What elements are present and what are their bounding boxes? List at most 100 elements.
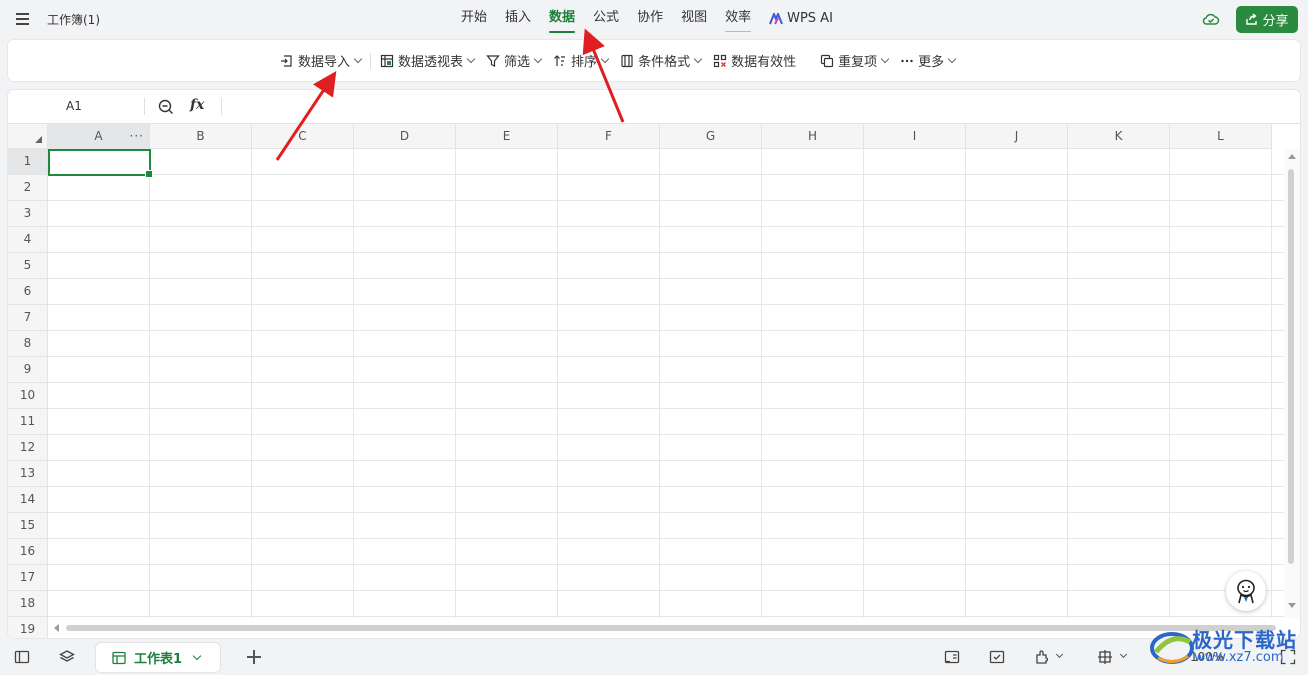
- filter-button[interactable]: 筛选: [480, 47, 547, 75]
- chevron-down-icon[interactable]: [192, 651, 202, 660]
- row-header-5[interactable]: 5: [8, 253, 47, 279]
- chevron-down-icon[interactable]: [1055, 650, 1064, 659]
- reading-mode-icon[interactable]: [944, 649, 960, 665]
- select-all-corner[interactable]: [8, 124, 48, 149]
- tab-wps-ai[interactable]: WPS AI: [760, 0, 842, 38]
- conditional-format-icon: [621, 54, 633, 67]
- active-cell-a1[interactable]: [48, 149, 153, 178]
- scroll-down-icon[interactable]: [1288, 603, 1296, 608]
- plugin-icon[interactable]: [1034, 649, 1050, 665]
- row-header-11[interactable]: 11: [8, 409, 47, 435]
- chevron-down-icon[interactable]: [1119, 650, 1128, 659]
- cell-grid: A ··· B C D E F G H I J K L 1 2 3 4 5 6 7 8 9 10 11 12 13 14 15 16 1…: [8, 124, 1284, 638]
- row-header-1[interactable]: 1: [8, 149, 47, 175]
- freeze-panes-icon[interactable]: [1097, 649, 1113, 665]
- column-header-g[interactable]: G: [660, 124, 762, 149]
- column-more-icon[interactable]: ···: [130, 124, 144, 149]
- name-box[interactable]: A1: [66, 99, 82, 113]
- chevron-down-icon: [533, 54, 543, 63]
- toolbar-divider: [370, 52, 372, 69]
- conditional-format-button[interactable]: 条件格式: [614, 47, 707, 75]
- row-header-13[interactable]: 13: [8, 461, 47, 487]
- row-header-16[interactable]: 16: [8, 539, 47, 565]
- scroll-up-icon[interactable]: [1288, 154, 1296, 159]
- row-header-12[interactable]: 12: [8, 435, 47, 461]
- horizontal-scrollbar[interactable]: [48, 618, 1284, 638]
- row-header-8[interactable]: 8: [8, 331, 47, 357]
- tab-formula[interactable]: 公式: [584, 0, 628, 38]
- tab-efficiency[interactable]: 效率: [716, 0, 760, 38]
- row-header-15[interactable]: 15: [8, 513, 47, 539]
- data-validation-button[interactable]: 数据有效性: [707, 47, 802, 75]
- column-header-e[interactable]: E: [456, 124, 558, 149]
- sidebar-toggle-icon[interactable]: [14, 649, 30, 665]
- column-header-label: G: [705, 129, 716, 143]
- column-header-h[interactable]: H: [762, 124, 864, 149]
- function-button[interactable]: fx: [190, 97, 204, 113]
- tab-insert[interactable]: 插入: [496, 0, 540, 38]
- tab-collaborate[interactable]: 协作: [628, 0, 672, 38]
- row-header-10[interactable]: 10: [8, 383, 47, 409]
- data-validation-icon: [713, 54, 727, 67]
- column-header-i[interactable]: I: [864, 124, 966, 149]
- chevron-down-icon: [466, 54, 476, 63]
- data-import-button[interactable]: 数据导入: [274, 47, 367, 75]
- conditional-format-label: 条件格式: [638, 55, 691, 70]
- scroll-left-icon[interactable]: [54, 624, 59, 632]
- cells[interactable]: [48, 149, 1284, 618]
- vertical-scrollbar[interactable]: [1284, 149, 1300, 618]
- column-header-label: C: [298, 129, 307, 143]
- assistant-avatar-icon: [1237, 579, 1255, 604]
- row-header-3[interactable]: 3: [8, 201, 47, 227]
- check-status-icon[interactable]: [989, 649, 1005, 665]
- column-header-a[interactable]: A ···: [48, 124, 150, 149]
- duplicates-button[interactable]: 重复项: [814, 47, 894, 75]
- data-import-label: 数据导入: [298, 55, 351, 70]
- column-header-d[interactable]: D: [354, 124, 456, 149]
- cloud-sync-icon[interactable]: [1202, 10, 1220, 28]
- chevron-down-icon: [693, 54, 703, 63]
- ribbon-tabs: 开始 插入 数据 公式 协作 视图 效率 WPS AI: [452, 0, 842, 38]
- tab-home[interactable]: 开始: [452, 0, 496, 38]
- horizontal-scroll-thumb[interactable]: [66, 625, 1276, 631]
- hamburger-menu-icon[interactable]: [14, 10, 32, 28]
- column-header-l[interactable]: L: [1170, 124, 1272, 149]
- sort-button[interactable]: 排序: [547, 47, 614, 75]
- duplicates-label: 重复项: [838, 55, 878, 70]
- pivot-table-button[interactable]: 数据透视表: [374, 47, 480, 75]
- column-header-f[interactable]: F: [558, 124, 660, 149]
- row-header-17[interactable]: 17: [8, 565, 47, 591]
- row-header-9[interactable]: 9: [8, 357, 47, 383]
- data-validation-label: 数据有效性: [731, 55, 797, 70]
- sheet-tab-1[interactable]: 工作表1: [96, 643, 220, 672]
- share-button[interactable]: 分享: [1236, 6, 1298, 33]
- row-header-2[interactable]: 2: [8, 175, 47, 201]
- add-sheet-icon[interactable]: [244, 647, 264, 667]
- data-toolbar: 数据导入 数据透视表 筛选 排序 条件格式 数据有效性 重复项 更多: [8, 40, 1300, 81]
- row-header-18[interactable]: 18: [8, 591, 47, 617]
- column-header-j[interactable]: J: [966, 124, 1068, 149]
- tab-view[interactable]: 视图: [672, 0, 716, 38]
- more-button[interactable]: 更多: [894, 47, 961, 75]
- row-header-7[interactable]: 7: [8, 305, 47, 331]
- import-icon: [281, 54, 292, 67]
- row-header-14[interactable]: 14: [8, 487, 47, 513]
- row-header-6[interactable]: 6: [8, 279, 47, 305]
- layers-icon[interactable]: [59, 649, 75, 665]
- document-title[interactable]: 工作簿(1): [47, 11, 100, 28]
- column-header-label: L: [1217, 129, 1224, 143]
- tab-data[interactable]: 数据: [540, 0, 584, 38]
- column-header-label: I: [912, 129, 917, 143]
- column-header-label: K: [1114, 129, 1123, 143]
- row-header-4[interactable]: 4: [8, 227, 47, 253]
- column-header-c[interactable]: C: [252, 124, 354, 149]
- column-header-k[interactable]: K: [1068, 124, 1170, 149]
- title-bar: 工作簿(1) 开始 插入 数据 公式 协作 视图 效率 WPS AI 分享: [0, 0, 1308, 38]
- duplicates-icon: [820, 54, 834, 67]
- formula-bar: A1 fx: [8, 90, 1300, 124]
- vertical-scroll-thumb[interactable]: [1288, 169, 1294, 564]
- column-header-b[interactable]: B: [150, 124, 252, 149]
- assistant-avatar-button[interactable]: [1226, 571, 1266, 611]
- zoom-out-icon[interactable]: [158, 99, 174, 115]
- row-header-19[interactable]: 19: [8, 617, 47, 638]
